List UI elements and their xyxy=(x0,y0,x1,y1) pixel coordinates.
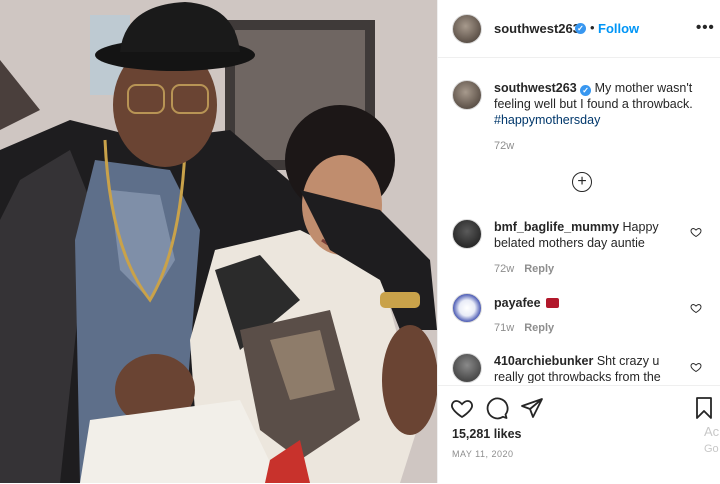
list-item: 410archiebunker Sht crazy u really got t… xyxy=(494,353,679,383)
caption-hashtag[interactable]: #happymothersday xyxy=(494,113,600,127)
post-side-panel: southwest263 ✓ • Follow ••• southwest263… xyxy=(437,0,720,483)
plus-circle-icon[interactable]: + xyxy=(572,172,592,192)
comment-avatar[interactable] xyxy=(452,293,482,323)
post-caption: southwest263 ✓ My mother wasn't feeling … xyxy=(494,80,704,128)
follow-button[interactable]: Follow xyxy=(598,21,639,36)
heart-icon[interactable] xyxy=(690,302,702,314)
emoji-icon xyxy=(546,298,560,308)
comment-avatar[interactable] xyxy=(452,219,482,249)
caption-timestamp: 72w xyxy=(494,140,515,152)
heart-icon[interactable] xyxy=(690,361,702,373)
header-separator: • xyxy=(590,20,595,35)
heart-icon[interactable] xyxy=(690,226,702,238)
reply-button[interactable]: Reply xyxy=(524,322,554,334)
post-photo[interactable] xyxy=(0,0,437,483)
reply-button[interactable]: Reply xyxy=(524,263,554,275)
caption-verified-badge-icon: ✓ xyxy=(580,85,592,96)
throwback-photo-image xyxy=(0,0,437,483)
comment-icon[interactable] xyxy=(485,396,509,420)
list-item: payafee xyxy=(494,295,679,311)
comment-avatar[interactable] xyxy=(452,353,482,383)
verified-badge-icon: ✓ xyxy=(575,23,586,34)
watermark-text: Go xyxy=(704,443,719,455)
list-item: bmf_baglife_mummy Happy belated mothers … xyxy=(494,219,679,251)
caption-avatar[interactable] xyxy=(452,80,482,110)
more-options-icon[interactable]: ••• xyxy=(696,19,715,36)
caption-username[interactable]: southwest263 xyxy=(494,81,577,95)
comment-timestamp: 72w xyxy=(494,263,515,275)
post-actions: 15,281 likes MAY 11, 2020 Ac Go xyxy=(438,385,720,484)
post-header: southwest263 ✓ • Follow ••• xyxy=(438,0,720,58)
heart-icon[interactable] xyxy=(450,396,474,420)
bookmark-icon[interactable] xyxy=(692,396,716,420)
comment-meta: 72w Reply xyxy=(494,263,554,275)
comment-username[interactable]: payafee xyxy=(494,296,541,310)
comment-meta: 71w Reply xyxy=(494,322,554,334)
paper-plane-icon[interactable] xyxy=(520,396,544,420)
watermark-text: Ac xyxy=(704,424,720,439)
comment-timestamp: 71w xyxy=(494,322,515,334)
author-avatar[interactable] xyxy=(452,14,482,44)
comment-username[interactable]: bmf_baglife_mummy xyxy=(494,220,619,234)
author-username[interactable]: southwest263 xyxy=(494,21,580,36)
likes-count[interactable]: 15,281 likes xyxy=(452,427,522,441)
post-date: MAY 11, 2020 xyxy=(452,449,514,459)
comments-list: bmf_baglife_mummy Happy belated mothers … xyxy=(438,205,720,383)
comment-username[interactable]: 410archiebunker xyxy=(494,354,593,368)
